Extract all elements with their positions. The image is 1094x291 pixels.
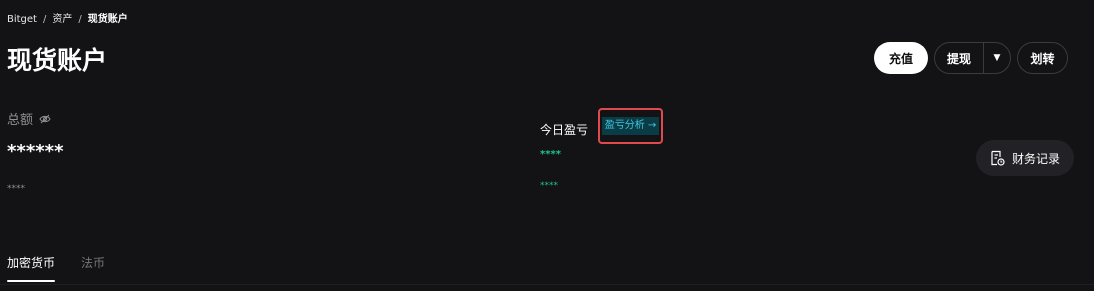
total-balance-sub-value: **** <box>7 184 25 194</box>
breadcrumb-item-current: 现货账户 <box>87 14 128 25</box>
pnl-analysis-label: 盈亏分析 → <box>601 117 660 135</box>
tab-fiat[interactable]: 法币 <box>81 254 105 282</box>
breadcrumb-item-bitget[interactable]: Bitget <box>7 13 37 27</box>
breadcrumb-item-assets[interactable]: 资产 <box>52 13 72 27</box>
document-clock-icon <box>990 150 1005 166</box>
spot-account-page: Bitget / 资产 / 现货账户 现货账户 充值 提现 ▼ 划转 总额 **… <box>0 0 1094 291</box>
finance-records-button[interactable]: 财务记录 <box>976 140 1074 176</box>
today-pnl-sub-value: **** <box>540 181 558 191</box>
tab-crypto[interactable]: 加密货币 <box>7 254 56 282</box>
currency-tabs: 加密货币 法币 <box>7 254 105 282</box>
breadcrumb-separator: / <box>42 14 47 25</box>
header-actions: 充值 提现 ▼ 划转 <box>874 42 1068 74</box>
transfer-button[interactable]: 划转 <box>1017 42 1068 74</box>
pnl-analysis-link[interactable]: 盈亏分析 → <box>598 108 663 144</box>
today-pnl-value: **** <box>540 149 561 160</box>
finance-records-label: 财务记录 <box>1011 151 1060 166</box>
total-balance-label-row: 总额 <box>7 109 51 128</box>
eye-off-icon[interactable] <box>39 114 51 124</box>
caret-down-icon: ▼ <box>993 53 1001 63</box>
today-pnl-label: 今日盈亏 <box>540 123 589 137</box>
deposit-button[interactable]: 充值 <box>874 42 928 74</box>
breadcrumb-separator: / <box>78 14 82 25</box>
withdraw-dropdown-toggle[interactable]: ▼ <box>984 43 1010 73</box>
total-balance-label: 总额 <box>7 113 34 128</box>
withdraw-button[interactable]: 提现 <box>935 43 983 73</box>
page-title: 现货账户 <box>7 46 108 75</box>
tabs-divider <box>0 284 1094 285</box>
breadcrumb: Bitget / 资产 / 现货账户 <box>7 13 128 27</box>
withdraw-split-button: 提现 ▼ <box>934 42 1011 74</box>
total-balance-value: ****** <box>7 141 64 162</box>
